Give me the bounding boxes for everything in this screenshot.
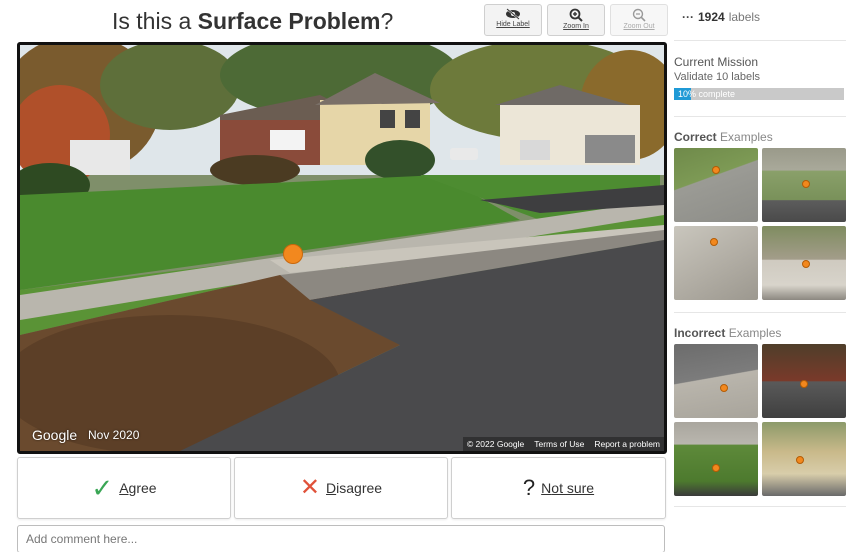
hide-label-button[interactable]: Hide Label: [484, 4, 542, 36]
example-marker: [796, 456, 804, 464]
mission-progress-text: 10% complete: [678, 89, 736, 99]
validate-page: Is this a Surface Problem? Hide Label Zo…: [0, 0, 850, 552]
label-counter: ··· 1924 labels: [682, 10, 760, 24]
zoom-in-text: Zoom In: [563, 23, 589, 30]
not-sure-label: Not sure: [541, 480, 594, 496]
zoom-out-icon: [632, 8, 646, 22]
incorrect-examples-heading: Incorrect Examples: [674, 326, 781, 340]
example-marker: [800, 380, 808, 388]
question-prefix: Is this a: [112, 8, 198, 34]
not-sure-hotkey: N: [541, 480, 552, 496]
mission-title: Current Mission: [674, 55, 759, 69]
hide-label-text: Hide Label: [496, 21, 530, 28]
correct-bold: Correct: [674, 130, 717, 144]
correct-rest: Examples: [716, 130, 773, 144]
example-marker: [712, 166, 720, 174]
incorrect-rest: Examples: [725, 326, 782, 340]
example-marker: [720, 384, 728, 392]
correct-examples-heading: Correct Examples: [674, 130, 773, 144]
label-type: Surface Problem: [197, 8, 381, 34]
sidebar: ··· 1924 labels Current Mission Validate…: [670, 0, 850, 552]
mission-goal: Validate 10 labels: [674, 71, 761, 83]
ellipsis-icon[interactable]: ···: [682, 10, 694, 24]
disagree-button[interactable]: ✕ Disagree: [234, 457, 448, 519]
disagree-text: isagree: [336, 480, 383, 496]
correct-example-thumbnail[interactable]: [762, 148, 846, 222]
terms-link[interactable]: Terms of Use: [534, 439, 584, 449]
agree-button[interactable]: ✓ Agree: [17, 457, 231, 519]
zoom-in-icon: [569, 8, 583, 22]
page-title: Is this a Surface Problem?: [112, 8, 393, 35]
zoom-in-button[interactable]: Zoom In: [547, 4, 605, 36]
incorrect-example-thumbnail[interactable]: [674, 344, 758, 418]
divider: [674, 312, 846, 313]
example-marker: [802, 180, 810, 188]
capture-date: Nov 2020: [88, 428, 140, 442]
street-view-panorama[interactable]: Google Nov 2020 © 2022 Google Terms of U…: [17, 42, 667, 454]
mission-progress-bar: 10% complete: [674, 88, 844, 100]
divider: [674, 40, 846, 41]
agree-hotkey: A: [119, 480, 129, 496]
not-sure-text: ot sure: [551, 480, 595, 496]
zoom-out-button[interactable]: Zoom Out: [610, 4, 668, 36]
label-marker[interactable]: [283, 244, 303, 264]
map-attribution: © 2022 Google Terms of Use Report a prob…: [462, 437, 664, 451]
example-marker: [802, 260, 810, 268]
correct-example-thumbnail[interactable]: [674, 226, 758, 300]
x-icon: ✕: [299, 474, 321, 501]
street-scene-image: [20, 45, 664, 451]
correct-example-thumbnail[interactable]: [674, 148, 758, 222]
not-sure-button[interactable]: ? Not sure: [451, 457, 666, 519]
label-count-suffix: labels: [728, 10, 761, 24]
incorrect-example-thumbnail[interactable]: [762, 422, 846, 496]
example-marker: [712, 464, 720, 472]
incorrect-example-thumbnail[interactable]: [674, 422, 758, 496]
incorrect-example-thumbnail[interactable]: [762, 344, 846, 418]
comment-input[interactable]: Add comment here...: [17, 525, 665, 552]
google-logo: Google: [32, 427, 78, 443]
disagree-hotkey: D: [326, 480, 337, 496]
divider: [674, 506, 846, 507]
zoom-out-text: Zoom Out: [623, 23, 655, 30]
report-problem-link[interactable]: Report a problem: [594, 439, 660, 449]
disagree-label: Disagree: [326, 480, 382, 496]
question-suffix: ?: [380, 8, 394, 34]
agree-text: gree: [128, 480, 157, 496]
eye-slash-icon: [506, 8, 520, 20]
divider: [674, 116, 846, 117]
check-icon: ✓: [91, 473, 114, 503]
agree-label: Agree: [119, 480, 156, 496]
example-marker: [710, 238, 718, 246]
incorrect-bold: Incorrect: [674, 326, 726, 340]
copyright-text: © 2022 Google: [466, 439, 525, 449]
correct-example-thumbnail[interactable]: [762, 226, 846, 300]
label-count: 1924: [698, 10, 725, 24]
question-icon: ?: [522, 475, 536, 500]
